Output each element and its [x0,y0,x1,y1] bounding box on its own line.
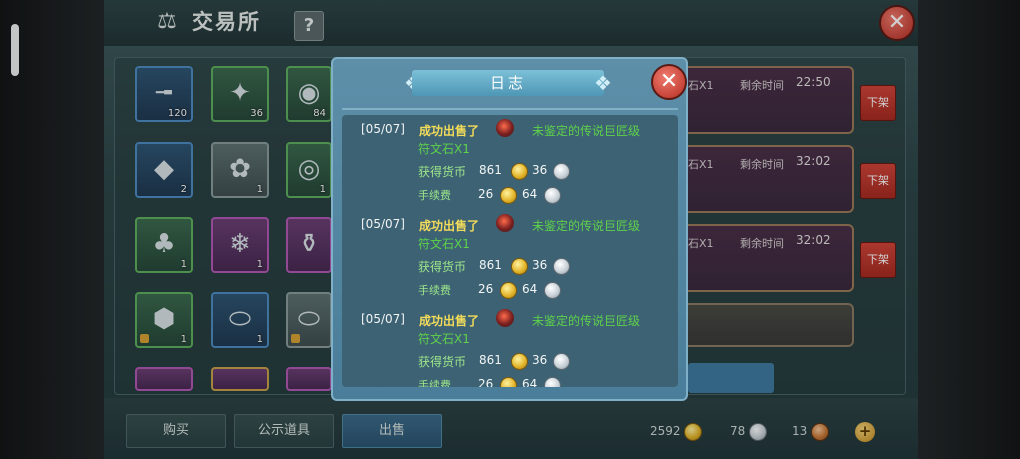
silver-coin-icon [553,163,570,180]
silver-coin-icon [553,353,570,370]
log-entry: [05/07] 成功出售了 未鉴定的传说巨匠级符文石X1 获得货币 861 36… [342,115,678,211]
entry-item: 未鉴定的传说巨匠级符文石X1 [418,124,641,156]
log-entry: [05/07] 成功出售了 未鉴定的传说巨匠级符文石X1 获得货币 861 36… [342,210,678,306]
earn-gold: 861 [479,353,502,367]
earn-label: 获得货币 [418,165,467,179]
earn-label: 获得货币 [418,355,467,369]
gold-coin-icon [511,258,528,275]
gold-coin-icon [500,377,517,387]
earn-gold: 861 [479,163,502,177]
silver-coin-icon [544,377,561,387]
fee-silver: 64 [522,187,538,201]
fee-gold: 26 [478,282,494,296]
silver-coin-icon [544,282,561,299]
divider [342,108,678,110]
gold-coin-icon [511,163,528,180]
log-title: 日志 [489,74,526,92]
earn-silver: 36 [532,353,548,367]
silver-coin-icon [553,258,570,275]
entry-date: [05/07] [361,122,405,136]
earn-label: 获得货币 [418,260,467,274]
gold-coin-icon [500,282,517,299]
fee-label: 手续费 [418,189,451,202]
log-entry: [05/07] 成功出售了 未鉴定的传说巨匠级符文石X1 获得货币 861 36… [342,305,678,387]
earn-silver: 36 [532,258,548,272]
silver-coin-icon [544,187,561,204]
entry-item: 未鉴定的传说巨匠级符文石X1 [418,219,641,251]
entry-date: [05/07] [361,217,405,231]
entry-item: 未鉴定的传说巨匠级符文石X1 [418,314,641,346]
log-list[interactable]: [05/07] 成功出售了 未鉴定的传说巨匠级符文石X1 获得货币 861 36… [342,115,678,387]
fee-gold: 26 [478,187,494,201]
fee-gold: 26 [478,377,494,387]
fee-silver: 64 [522,377,538,387]
gold-coin-icon [500,187,517,204]
earn-gold: 861 [479,258,502,272]
fee-label: 手续费 [418,284,451,297]
fee-label: 手续费 [418,379,451,387]
close-log-button[interactable]: ✕ [651,64,687,100]
entry-date: [05/07] [361,312,405,326]
gold-coin-icon [511,353,528,370]
ornament-right-icon: ❖ [594,71,612,95]
earn-silver: 36 [532,163,548,177]
fee-silver: 64 [522,282,538,296]
